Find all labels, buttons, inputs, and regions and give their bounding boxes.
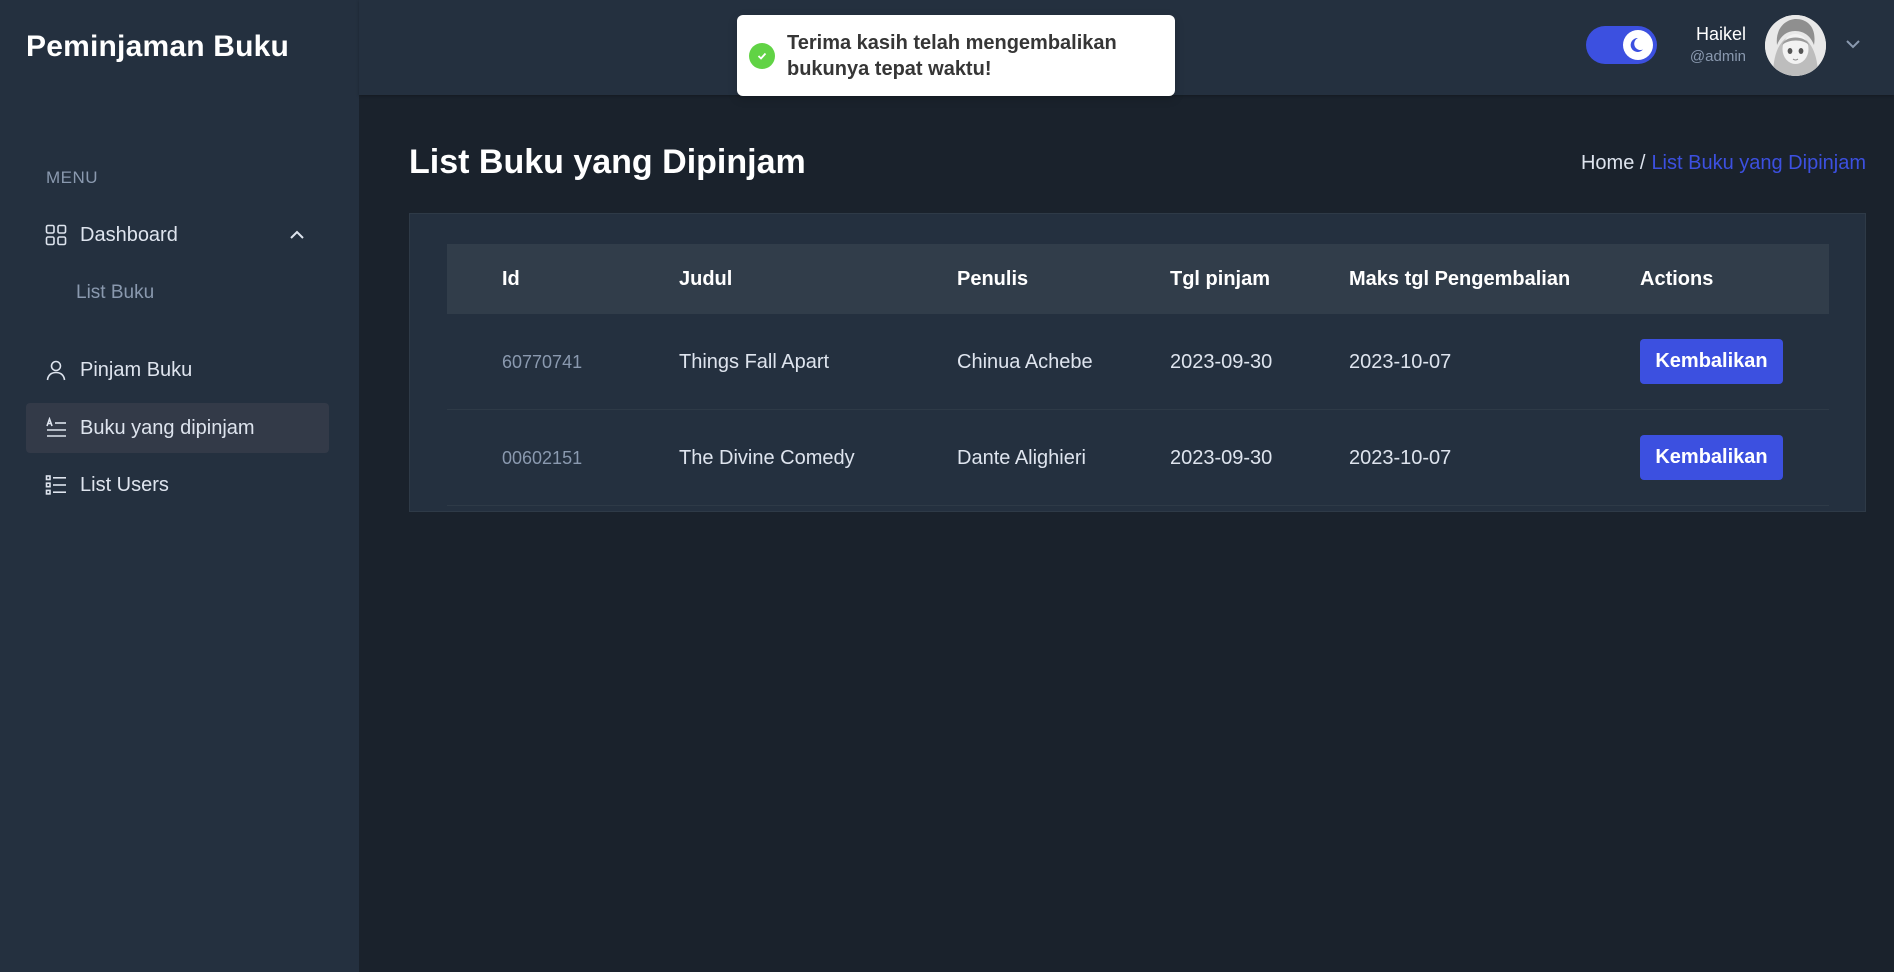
dashboard-grid-icon: [45, 224, 67, 246]
cell-tgl-pinjam: 2023-09-30: [1170, 351, 1273, 373]
breadcrumb: Home / List Buku yang Dipinjam: [1581, 152, 1866, 175]
cell-maks-tgl: 2023-10-07: [1349, 447, 1452, 469]
chevron-down-icon[interactable]: [1843, 34, 1863, 54]
column-header-actions: Actions: [1640, 268, 1714, 290]
table-row: 60770741 Things Fall Apart Chinua Achebe…: [447, 314, 1829, 410]
success-toast: Terima kasih telah mengembalikan bukunya…: [737, 15, 1175, 96]
table-header: Id Judul Penulis Tgl pinjam Maks tgl Pen…: [447, 244, 1829, 314]
column-header-tgl-pinjam: Tgl pinjam: [1170, 268, 1270, 290]
kembalikan-button[interactable]: Kembalikan: [1640, 435, 1783, 480]
cell-tgl-pinjam: 2023-09-30: [1170, 447, 1273, 469]
sidebar: Peminjaman Buku MENU Dashboard List Buku…: [0, 0, 359, 972]
borrowed-books-table: Id Judul Penulis Tgl pinjam Maks tgl Pen…: [447, 244, 1829, 506]
cell-judul: Things Fall Apart: [679, 351, 830, 373]
toast-message: Terima kasih telah mengembalikan bukunya…: [787, 31, 1117, 80]
column-header-judul: Judul: [679, 268, 733, 290]
breadcrumb-home[interactable]: Home /: [1581, 152, 1645, 175]
sidebar-item-buku-dipinjam[interactable]: Buku yang dipinjam: [26, 403, 329, 453]
moon-icon: [1623, 30, 1653, 60]
user-role: @admin: [1689, 48, 1746, 65]
cell-id: 60770741: [502, 352, 583, 372]
sidebar-item-dashboard[interactable]: Dashboard: [26, 210, 329, 260]
user-name[interactable]: Haikel: [1696, 24, 1746, 45]
page-title: List Buku yang Dipinjam: [409, 143, 806, 181]
sidebar-item-label: Buku yang dipinjam: [80, 416, 255, 439]
kembalikan-button[interactable]: Kembalikan: [1640, 339, 1783, 384]
menu-heading: MENU: [46, 168, 99, 187]
sidebar-item-label: Dashboard: [80, 223, 178, 246]
user-icon: [45, 359, 67, 381]
column-header-id: Id: [502, 268, 520, 290]
check-icon: [749, 42, 775, 69]
dark-mode-toggle[interactable]: [1586, 26, 1657, 64]
cell-judul: The Divine Comedy: [679, 447, 855, 469]
cell-id: 00602151: [502, 448, 583, 468]
app-title[interactable]: Peminjaman Buku: [26, 30, 289, 64]
table-row: 00602151 The Divine Comedy Dante Alighie…: [447, 410, 1829, 506]
sidebar-item-pinjam-buku[interactable]: Pinjam Buku: [26, 345, 329, 395]
avatar[interactable]: [1765, 15, 1826, 76]
column-header-maks-tgl: Maks tgl Pengembalian: [1349, 268, 1571, 290]
sidebar-item-list-users[interactable]: List Users: [26, 460, 329, 510]
sidebar-item-label: Pinjam Buku: [80, 358, 193, 381]
sidebar-subitem-list-buku[interactable]: List Buku: [76, 282, 154, 304]
list-icon: [45, 474, 67, 496]
breadcrumb-current: List Buku yang Dipinjam: [1651, 152, 1866, 174]
borrowed-books-card: Id Judul Penulis Tgl pinjam Maks tgl Pen…: [409, 213, 1866, 512]
cell-penulis: Dante Alighieri: [957, 447, 1086, 469]
text-align-icon: [45, 417, 67, 439]
cell-penulis: Chinua Achebe: [957, 351, 1093, 373]
sidebar-item-label: List Users: [80, 473, 169, 496]
cell-maks-tgl: 2023-10-07: [1349, 351, 1452, 373]
column-header-penulis: Penulis: [957, 268, 1029, 290]
chevron-up-icon[interactable]: [287, 225, 307, 245]
